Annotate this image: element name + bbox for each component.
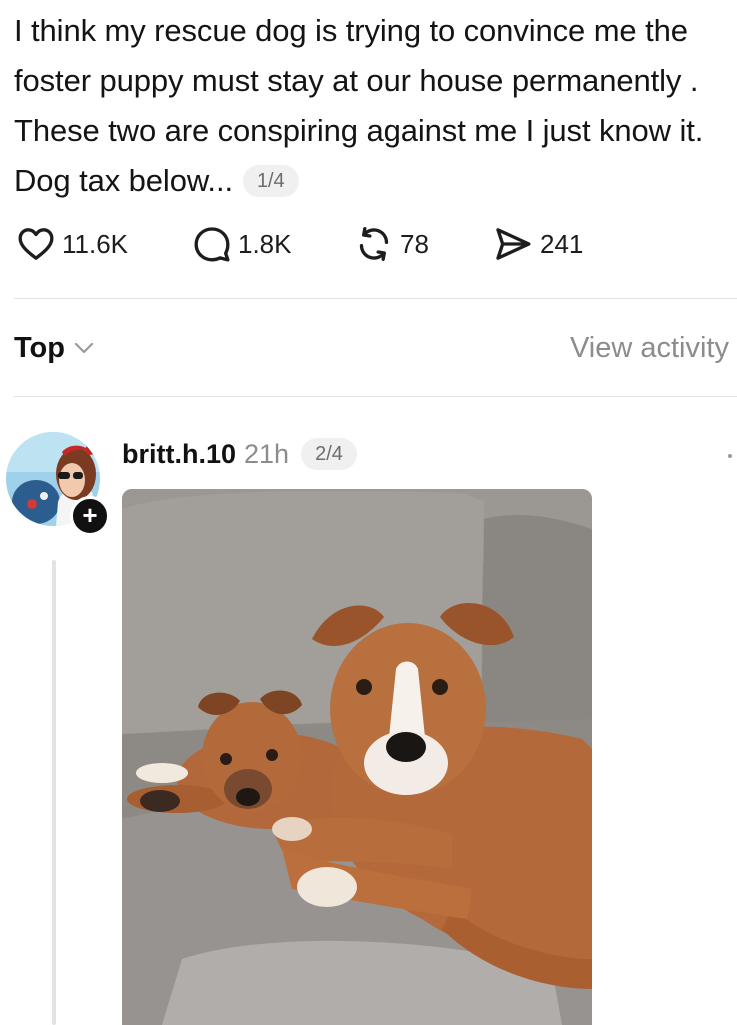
more-options-button[interactable] xyxy=(724,446,736,466)
plus-icon: + xyxy=(82,500,98,530)
reply-username[interactable]: britt.h.10 xyxy=(122,439,236,470)
view-activity-link[interactable]: View activity xyxy=(570,326,729,370)
reply-header: britt.h.10 21h 2/4 xyxy=(122,432,357,476)
share-button[interactable]: 241 xyxy=(492,222,583,266)
post-body: I think my rescue dog is trying to convi… xyxy=(14,13,704,198)
post-actions: 11.6K 1.8K 78 241 xyxy=(16,222,716,266)
comment-button[interactable]: 1.8K xyxy=(192,222,292,266)
share-count: 241 xyxy=(540,228,584,259)
speech-bubble-icon xyxy=(192,224,232,264)
repost-button[interactable]: 78 xyxy=(354,222,429,266)
divider xyxy=(14,396,737,397)
sort-dropdown[interactable]: Top xyxy=(14,326,95,370)
thread-line xyxy=(52,560,56,1025)
repost-count: 78 xyxy=(400,228,429,259)
comment-count: 1.8K xyxy=(238,228,292,259)
follow-button[interactable]: + xyxy=(70,496,110,536)
divider xyxy=(14,298,737,299)
chevron-down-icon xyxy=(73,341,95,360)
post-page-indicator: 1/4 xyxy=(242,165,299,197)
like-count: 11.6K xyxy=(62,228,129,259)
more-dots-icon xyxy=(724,453,736,470)
like-button[interactable]: 11.6K xyxy=(16,222,128,266)
reply-timestamp: 21h xyxy=(244,438,290,469)
sort-label: Top xyxy=(14,331,65,364)
post-photo[interactable] xyxy=(122,489,592,1025)
send-icon xyxy=(492,224,534,264)
repost-icon xyxy=(354,224,394,264)
post-text: I think my rescue dog is trying to convi… xyxy=(14,6,729,206)
heart-icon xyxy=(16,224,56,264)
reply-page-indicator: 2/4 xyxy=(301,438,357,470)
